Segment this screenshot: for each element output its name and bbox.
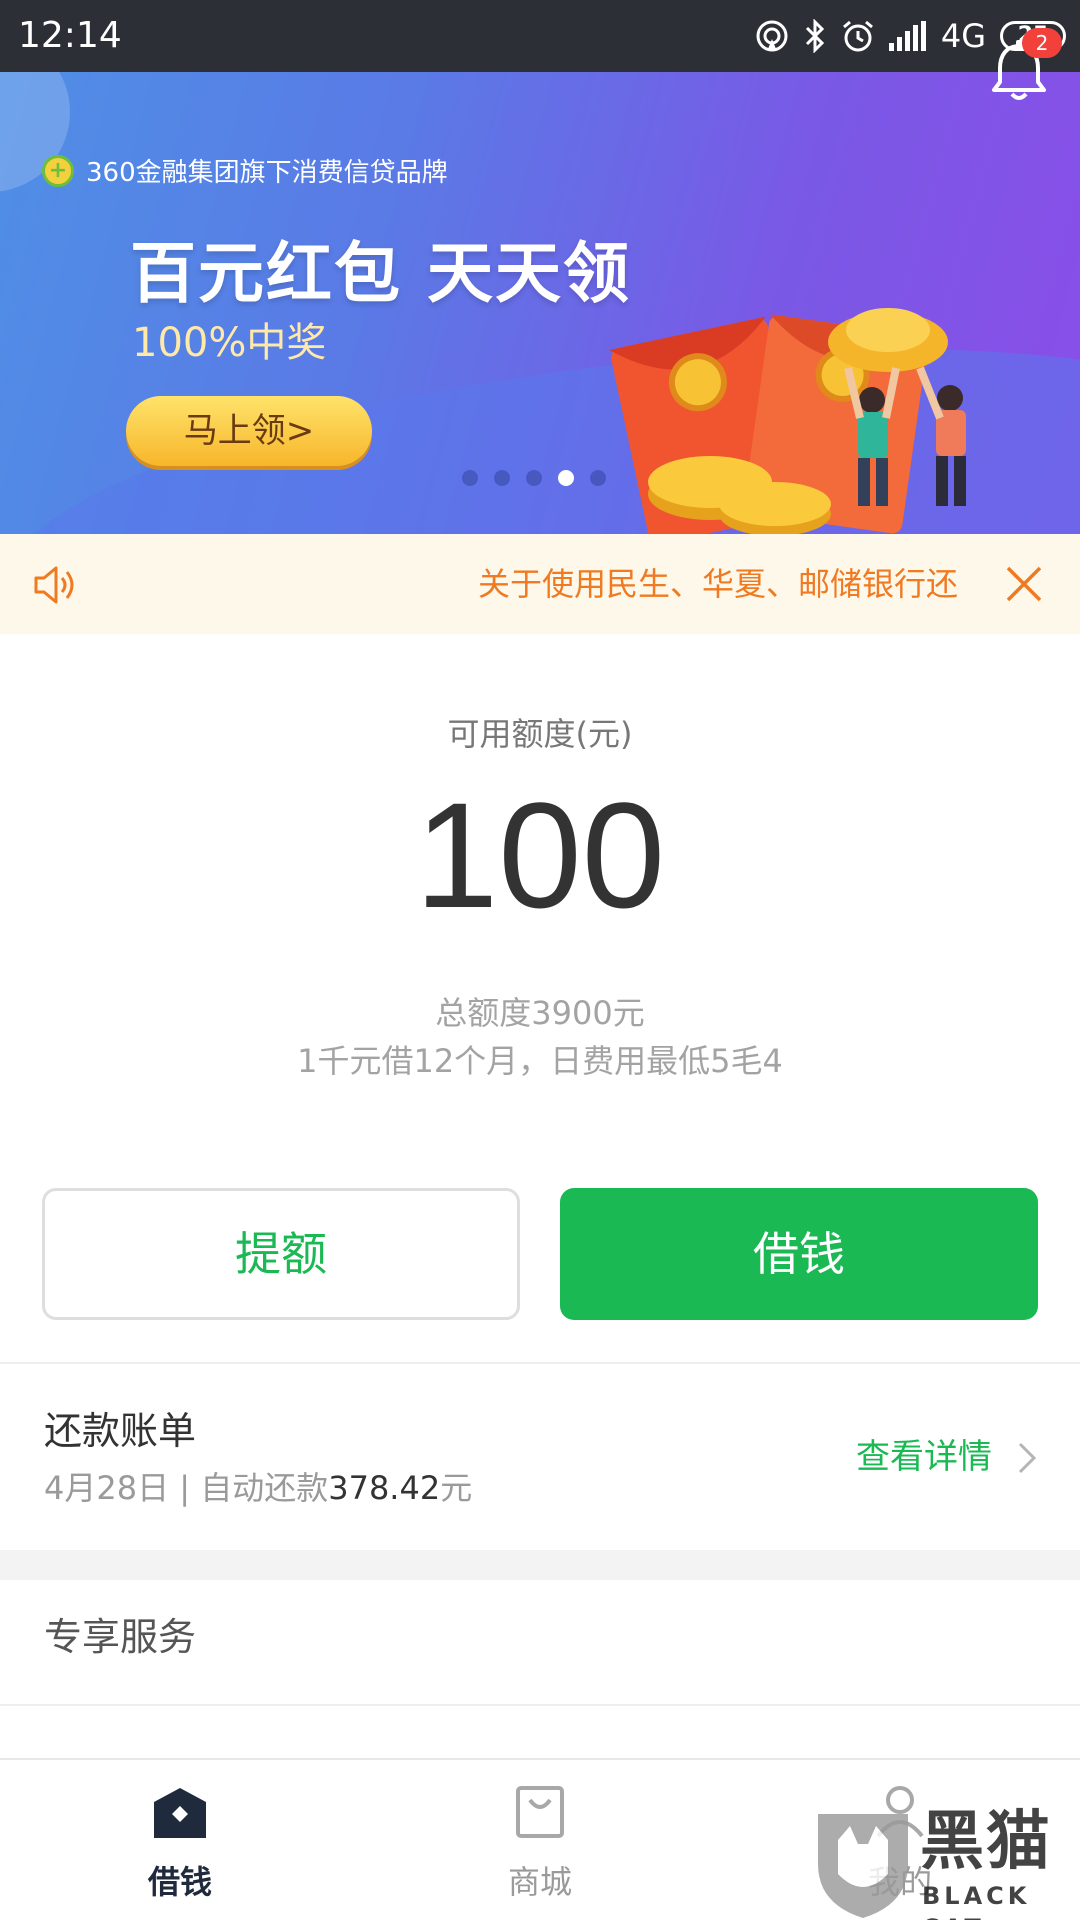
section-separator: [0, 1550, 1080, 1580]
bill-detail: 4月28日 | 自动还款378.42元: [44, 1466, 472, 1510]
carousel-dots: [462, 470, 606, 486]
view-details-link[interactable]: 查看详情: [856, 1432, 992, 1482]
alarm-icon: [841, 19, 875, 53]
tab-borrow[interactable]: 借钱: [80, 1760, 280, 1920]
shopping-bag-icon: [516, 1786, 564, 1838]
signal-icon: [888, 21, 927, 51]
exclusive-services-title: 专享服务: [44, 1615, 197, 1659]
claim-button[interactable]: 马上领>: [126, 396, 372, 466]
carousel-dot[interactable]: [462, 470, 478, 486]
credit-label: 可用额度(元): [447, 715, 633, 753]
loan-tip: 1千元借12个月，日费用最低5毛4: [297, 1042, 783, 1080]
raise-limit-button[interactable]: 提额: [42, 1188, 520, 1320]
tab-mall[interactable]: 商城: [440, 1760, 640, 1920]
carousel-dot[interactable]: [526, 470, 542, 486]
status-bar: 12:14 4G 25: [0, 0, 1080, 72]
credit-amount: 100: [414, 771, 666, 939]
repayment-bill-row[interactable]: 还款账单 4月28日 | 自动还款378.42元 查看详情: [0, 1366, 1080, 1550]
bill-amount: 378.42: [328, 1469, 441, 1507]
watermark: 黑猫 BLACK CAT: [808, 1800, 1080, 1920]
notice-text[interactable]: 关于使用民生、华夏、邮储银行还: [478, 562, 972, 606]
watermark-subtext: BLACK CAT: [922, 1882, 1031, 1920]
bill-title: 还款账单: [44, 1409, 197, 1453]
bill-date-autopay: 4月28日 | 自动还款: [44, 1469, 329, 1507]
borrow-button[interactable]: 借钱: [560, 1188, 1038, 1320]
bluetooth-icon: [803, 19, 827, 53]
bill-unit: 元: [440, 1469, 473, 1507]
divider: [0, 1362, 1080, 1364]
watermark-text: 黑猫: [920, 1805, 1052, 1879]
notice-bar[interactable]: 关于使用民生、华夏、邮储银行还: [0, 534, 1080, 634]
brand-text: 360金融集团旗下消费信贷品牌: [86, 158, 448, 188]
brand-row: + 360金融集团旗下消费信贷品牌: [42, 152, 448, 189]
network-type: 4G: [940, 17, 986, 55]
tab-label: 商城: [507, 1863, 572, 1901]
promo-subtitle: 100%中奖: [132, 320, 327, 366]
hotspot-icon: [755, 19, 789, 53]
chevron-right-icon: [1018, 1442, 1037, 1474]
status-time: 12:14: [18, 15, 122, 56]
promo-title: 百元红包 天天领: [130, 235, 631, 312]
cat-shield-icon: [818, 1814, 908, 1918]
brand-logo-icon: +: [42, 154, 74, 187]
total-limit: 总额度3900元: [435, 994, 645, 1032]
speaker-icon: [34, 566, 74, 604]
home-icon: [154, 1788, 206, 1838]
carousel-dot[interactable]: [590, 470, 606, 486]
tab-label: 借钱: [147, 1863, 212, 1901]
notification-badge: 2: [1022, 28, 1062, 58]
promo-banner[interactable]: + 360金融集团旗下消费信贷品牌 百元红包 天天领 100%中奖 马上领>: [0, 72, 1080, 534]
close-icon[interactable]: [1002, 562, 1046, 606]
red-envelope-illustration: [609, 308, 966, 534]
carousel-dot[interactable]: [494, 470, 510, 486]
carousel-dot-active[interactable]: [558, 470, 574, 486]
divider: [0, 1704, 1080, 1706]
